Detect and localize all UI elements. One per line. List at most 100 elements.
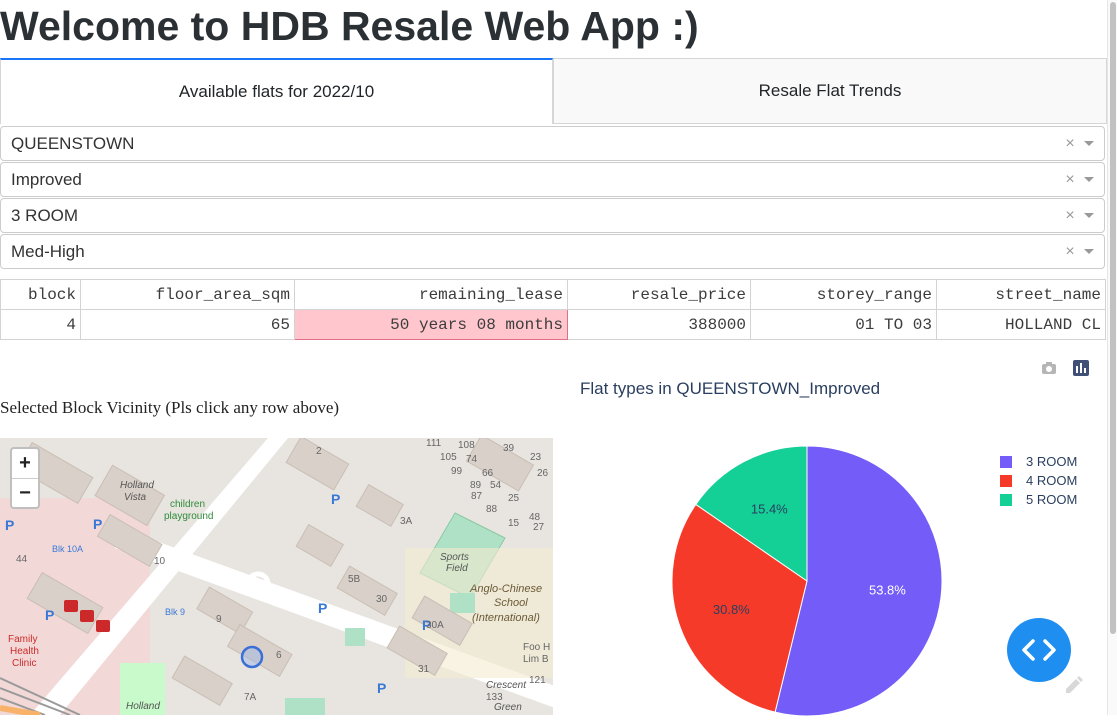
scrollbar-thumb[interactable] [1110, 2, 1116, 634]
svg-text:P: P [377, 680, 386, 696]
svg-text:9: 9 [216, 614, 222, 625]
pie-slice-label: 15.4% [751, 501, 788, 516]
svg-text:7A: 7A [244, 692, 257, 703]
legend-swatch [1000, 455, 1012, 468]
page-scrollbar[interactable] [1107, 0, 1117, 715]
dropdown-value: Med-High [11, 241, 85, 261]
legend-label: 3 ROOM [1026, 454, 1078, 469]
svg-text:30: 30 [376, 594, 388, 605]
column-header-floor-area[interactable]: floor_area_sqm [80, 279, 295, 310]
svg-text:39: 39 [503, 443, 515, 454]
svg-text:30A: 30A [426, 620, 444, 631]
chevron-down-icon[interactable] [1084, 141, 1094, 146]
svg-text:Family: Family [8, 634, 37, 645]
chevron-down-icon[interactable] [1084, 177, 1094, 182]
column-header-remaining-lease[interactable]: remaining_lease [294, 279, 568, 310]
dropdown-value: Improved [11, 169, 82, 189]
svg-text:P: P [93, 516, 102, 532]
table-cell[interactable]: 65 [80, 309, 295, 340]
table-cell[interactable]: 388000 [567, 309, 751, 340]
svg-text:Clinic: Clinic [12, 658, 36, 669]
legend-swatch [1000, 493, 1012, 506]
svg-text:P: P [318, 600, 327, 616]
pencil-icon[interactable] [1062, 673, 1086, 697]
tab-available-flats[interactable]: Available flats for 2022/10 [0, 58, 553, 124]
svg-text:children: children [170, 499, 205, 510]
vicinity-map[interactable]: PPP PPP P Holland Vista Sports Field Holla… [0, 438, 553, 715]
flat-model-dropdown[interactable]: Improved × [0, 162, 1105, 197]
flat-type-dropdown[interactable]: 3 ROOM × [0, 198, 1105, 233]
town-dropdown[interactable]: QUEENSTOWN × [0, 126, 1105, 161]
chart-legend: 3 ROOM 4 ROOM 5 ROOM [1000, 452, 1077, 509]
legend-item[interactable]: 4 ROOM [1000, 471, 1077, 490]
svg-text:P: P [45, 607, 54, 623]
chart-title: Flat types in QUEENSTOWN_Improved [580, 379, 881, 398]
table-cell-active[interactable]: 50 years 08 months [294, 309, 568, 340]
svg-text:87: 87 [471, 491, 483, 502]
clear-icon[interactable]: × [1062, 243, 1078, 261]
table-row[interactable]: 4 65 50 years 08 months 388000 01 TO 03 … [0, 309, 1106, 340]
clear-icon[interactable]: × [1062, 207, 1078, 225]
svg-text:Blk 9: Blk 9 [165, 607, 185, 617]
svg-text:Health: Health [10, 646, 39, 657]
clear-icon[interactable]: × [1062, 171, 1078, 189]
svg-text:Holland: Holland [120, 480, 154, 491]
svg-text:23: 23 [530, 452, 542, 463]
legend-item[interactable]: 3 ROOM [1000, 452, 1077, 471]
flats-table: block floor_area_sqm remaining_lease res… [0, 279, 1106, 340]
svg-text:89: 89 [470, 480, 482, 491]
camera-icon[interactable] [1039, 358, 1059, 378]
legend-label: 5 ROOM [1026, 492, 1078, 507]
tab-label: Available flats for 2022/10 [178, 82, 375, 101]
zoom-out-button[interactable]: − [12, 479, 38, 508]
svg-text:15: 15 [508, 518, 520, 529]
zoom-in-button[interactable]: + [12, 449, 38, 479]
svg-text:Sports: Sports [440, 552, 469, 563]
svg-text:3A: 3A [400, 516, 413, 527]
storey-level-dropdown[interactable]: Med-High × [0, 234, 1105, 269]
svg-text:26: 26 [537, 468, 549, 479]
pie-slice-label: 53.8% [869, 583, 906, 598]
flat-type-pie-chart: 53.8% 30.8% 15.4% [671, 445, 943, 717]
svg-text:Holland: Holland [126, 701, 160, 712]
table-cell[interactable]: 01 TO 03 [750, 309, 937, 340]
svg-text:31: 31 [418, 664, 430, 675]
chevron-down-icon[interactable] [1084, 213, 1094, 218]
map-zoom-control: + − [10, 447, 40, 509]
svg-text:Foo H: Foo H [523, 642, 550, 653]
clear-icon[interactable]: × [1062, 135, 1078, 153]
svg-text:105: 105 [440, 452, 457, 463]
svg-text:P: P [5, 517, 14, 533]
column-header-block[interactable]: block [0, 279, 81, 310]
tab-label: Resale Flat Trends [758, 81, 902, 100]
svg-text:2: 2 [316, 446, 322, 457]
column-header-storey-range[interactable]: storey_range [750, 279, 937, 310]
svg-text:Vista: Vista [124, 492, 146, 503]
code-brackets-icon [1022, 639, 1056, 661]
svg-text:133: 133 [486, 692, 503, 703]
svg-text:(International): (International) [472, 612, 540, 624]
svg-text:27: 27 [533, 522, 545, 533]
svg-text:10: 10 [154, 556, 166, 567]
table-cell[interactable]: 4 [0, 309, 81, 340]
svg-text:99: 99 [451, 466, 463, 477]
plotly-logo-icon[interactable] [1071, 358, 1091, 378]
column-header-resale-price[interactable]: resale_price [567, 279, 751, 310]
svg-text:Anglo-Chinese: Anglo-Chinese [469, 583, 542, 595]
column-header-street-name[interactable]: street_name [936, 279, 1106, 310]
svg-text:playground: playground [164, 511, 213, 522]
dropdown-value: 3 ROOM [11, 205, 79, 225]
svg-text:6: 6 [276, 650, 282, 661]
svg-text:5B: 5B [348, 574, 361, 585]
tab-resale-flat-trends[interactable]: Resale Flat Trends [553, 58, 1107, 124]
chevron-down-icon[interactable] [1084, 249, 1094, 254]
tab-bar: Available flats for 2022/10 Resale Flat … [0, 58, 1107, 126]
svg-text:66: 66 [482, 468, 494, 479]
page-title: Welcome to HDB Resale Web App :) [0, 3, 699, 49]
svg-text:P: P [331, 491, 340, 507]
dropdown-value: QUEENSTOWN [11, 133, 135, 153]
table-cell[interactable]: HOLLAND CL [936, 309, 1106, 340]
legend-item[interactable]: 5 ROOM [1000, 490, 1077, 509]
svg-text:Crescent: Crescent [486, 680, 527, 691]
svg-text:School: School [494, 597, 528, 609]
